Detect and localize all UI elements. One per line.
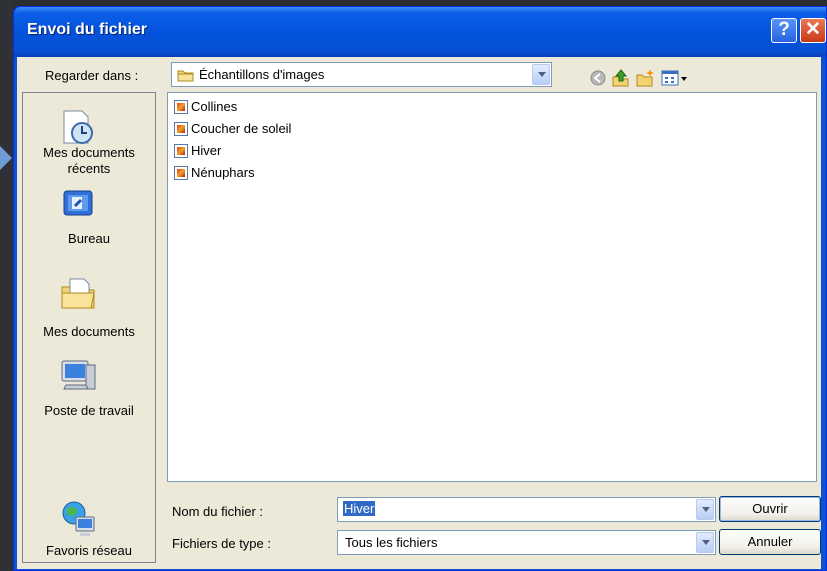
image-file-icon (174, 144, 188, 158)
filetype-select[interactable]: Tous les fichiers (337, 530, 716, 555)
place-my-documents-label: Mes documents (43, 324, 135, 339)
place-network[interactable]: Favoris réseau (23, 437, 155, 562)
image-file-icon (174, 166, 188, 180)
filename-label: Nom du fichier : (172, 504, 264, 519)
filetype-value: Tous les fichiers (345, 535, 438, 550)
place-my-documents[interactable]: Mes documents (23, 265, 155, 351)
file-upload-dialog: Envoi du fichier ? ✕ Regarder dans : Éch… (13, 6, 827, 571)
my-documents-icon (61, 278, 95, 309)
file-list[interactable]: Collines Coucher de soleil Hiver Nénupha… (167, 92, 817, 482)
filename-value: Hiver (343, 501, 376, 516)
look-in-value: Échantillons d'images (199, 67, 325, 82)
file-name: Nénuphars (191, 165, 255, 180)
place-network-label: Favoris réseau (46, 543, 132, 558)
place-my-computer[interactable]: Poste de travail (23, 351, 155, 437)
place-recent-documents-label-line2: récents (67, 161, 111, 176)
back-icon[interactable] (588, 68, 608, 88)
network-places-icon (62, 501, 95, 536)
place-desktop-label: Bureau (68, 231, 110, 246)
file-name: Collines (191, 99, 238, 114)
look-in-combo[interactable]: Échantillons d'images (171, 62, 552, 87)
close-button[interactable]: ✕ (800, 18, 826, 43)
look-in-label: Regarder dans : (45, 68, 139, 83)
new-folder-icon[interactable] (635, 68, 655, 88)
my-computer-icon (61, 360, 96, 390)
folder-icon (177, 70, 194, 82)
up-folder-icon[interactable] (611, 68, 631, 88)
image-file-icon (174, 100, 188, 114)
desktop-background (0, 0, 13, 571)
title-bar[interactable]: Envoi du fichier ? ✕ (14, 7, 826, 57)
image-file-icon (174, 122, 188, 136)
cancel-button[interactable]: Annuler (719, 529, 821, 555)
filename-dropdown-icon[interactable] (696, 499, 714, 520)
help-button[interactable]: ? (771, 18, 797, 43)
look-in-dropdown-icon[interactable] (532, 64, 550, 85)
place-recent-documents[interactable]: Mes documents récents (23, 93, 155, 179)
filename-input[interactable]: Hiver (337, 497, 716, 522)
filetype-dropdown-icon[interactable] (696, 532, 714, 553)
place-my-computer-label: Poste de travail (44, 403, 134, 418)
recent-documents-icon (63, 110, 93, 144)
file-name: Coucher de soleil (191, 121, 292, 136)
dialog-title: Envoi du fichier (27, 21, 148, 38)
place-recent-documents-label: Mes documents (43, 145, 135, 160)
desktop-icon (63, 190, 93, 216)
place-desktop[interactable]: Bureau (23, 179, 155, 265)
filetype-label: Fichiers de type : (172, 536, 271, 551)
open-button[interactable]: Ouvrir (719, 496, 821, 522)
pointer-arrow-icon (0, 146, 12, 170)
view-menu-icon[interactable] (660, 68, 690, 88)
file-name: Hiver (191, 143, 222, 158)
places-bar: Mes documents récents Bureau Mes documen… (22, 92, 156, 563)
dialog-body: Regarder dans : Échantillons d'images Me… (17, 57, 821, 569)
